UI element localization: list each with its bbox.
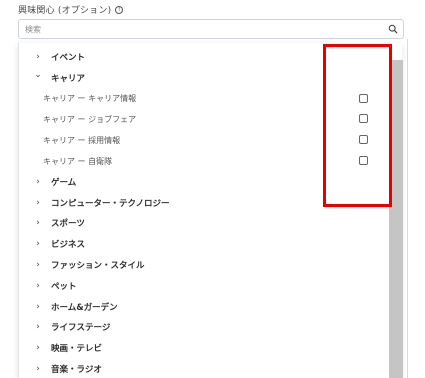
category-label: 映画・テレビ [51,344,103,355]
chevron-right-icon[interactable]: › [33,52,43,62]
search-icon[interactable] [388,24,398,34]
category-label: ビジネス [51,240,86,251]
chevron-right-icon[interactable]: › [33,239,43,249]
option-checkbox[interactable] [359,156,368,165]
category-label: 音楽・ラジオ [51,365,102,375]
chevron-right-icon[interactable]: › [33,302,43,312]
field-label: 興味関心 (オプション) ! [18,3,124,16]
chevron-right-icon[interactable]: › [33,177,43,187]
category-label: ライフステージ [51,323,111,334]
option-label: キャリア ー キャリア情報 [43,94,137,104]
chevron-right-icon[interactable]: › [33,322,43,332]
category-label: ホーム&ガーデン [51,302,118,313]
category-label: スポーツ [51,219,85,230]
category-label: ペット [51,281,77,292]
interest-dropdown: › イベント ⌄ キャリア キャリア ー キャリア情報 キャリア ー ジョブフェア キャリア… [18,43,402,378]
option-row[interactable]: キャリア ー キャリア情報 [19,89,389,109]
chevron-right-icon[interactable]: › [33,281,43,291]
option-checkbox[interactable] [359,135,368,145]
chevron-right-icon[interactable]: › [33,343,43,353]
option-label: キャリア ー 自衛隊 [43,156,113,166]
category-label: キャリア [51,73,86,84]
category-label: ファッション・スタイル [51,261,145,271]
option-row[interactable]: キャリア ー 採用情報 [19,130,389,150]
option-row[interactable]: キャリア ー ジョブフェア [19,109,389,129]
category-label: イベント [51,53,86,63]
category-row[interactable]: › ゲーム [19,172,389,192]
search-input[interactable] [25,20,375,38]
option-label: キャリア ー 採用情報 [43,135,121,145]
chevron-right-icon[interactable]: › [33,198,43,208]
chevron-right-icon[interactable]: › [33,364,43,374]
category-row[interactable]: › ビジネス [19,234,389,254]
field-label-text: 興味関心 (オプション) [18,6,112,16]
category-row[interactable]: › コンピューター・テクノロジー [19,193,389,213]
search-box[interactable] [18,19,404,39]
chevron-right-icon[interactable]: › [33,218,43,228]
category-row[interactable]: › 音楽・ラジオ [19,359,389,378]
category-row[interactable]: › スポーツ [19,213,389,233]
option-row[interactable]: キャリア ー 自衛隊 [19,151,389,171]
info-icon[interactable]: ! [115,5,124,14]
category-row[interactable]: › ホーム&ガーデン [19,297,389,317]
category-row[interactable]: ⌄ キャリア [19,68,389,88]
category-label: ゲーム [51,177,77,188]
option-checkbox[interactable] [359,114,368,124]
chevron-down-icon[interactable]: ⌄ [33,70,43,80]
category-row[interactable]: › ペット [19,276,389,296]
option-label: キャリア ー ジョブフェア [43,114,137,124]
chevron-right-icon[interactable]: › [33,260,43,270]
category-row[interactable]: › イベント [19,47,389,67]
option-checkbox[interactable] [359,93,368,103]
scrollbar-thumb[interactable] [389,60,403,378]
category-row[interactable]: › ライフステージ [19,317,389,337]
category-row[interactable]: › ファッション・スタイル [19,255,389,275]
category-row[interactable]: › 映画・テレビ [19,338,389,358]
panel-edge [407,39,408,378]
category-label: コンピューター・テクノロジー [51,198,170,209]
